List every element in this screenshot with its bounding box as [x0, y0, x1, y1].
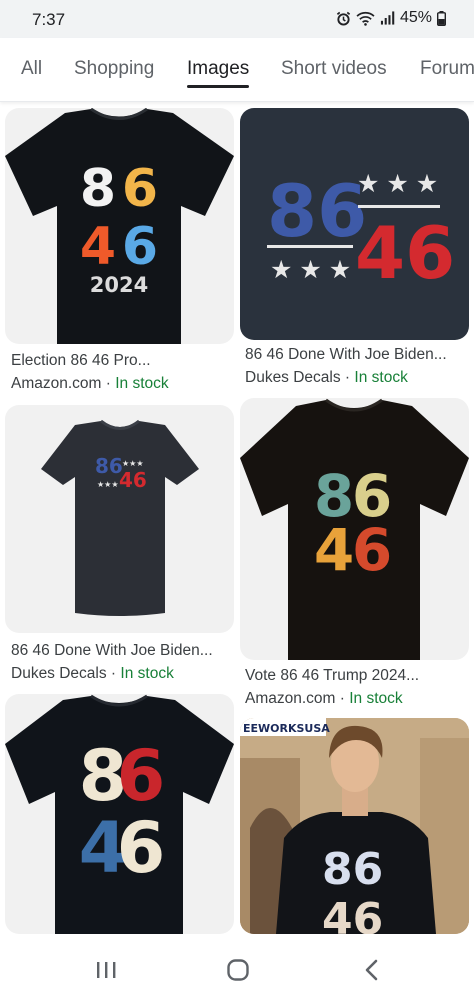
status-icons: 45%: [336, 9, 446, 27]
print-46-right: 6: [117, 807, 166, 889]
result-thumbnail[interactable]: 86 46 ★★★ ★★★: [5, 405, 234, 633]
result-thumbnail[interactable]: 8 6 4 6: [5, 694, 234, 934]
tab-shopping[interactable]: Shopping: [74, 58, 154, 80]
stock-status: In stock: [349, 690, 403, 707]
print-86: 86: [322, 844, 383, 895]
recent-apps-icon: [97, 962, 116, 978]
result-thumbnail[interactable]: 8 6 4 6 2024: [5, 108, 234, 344]
image-result-card[interactable]: 86 46 EEWORKSUSA: [240, 718, 469, 934]
image-result-card[interactable]: 8 6 4 6: [5, 694, 234, 934]
recent-apps-button[interactable]: [86, 954, 126, 986]
print-46: 46: [322, 894, 383, 934]
system-nav-bar: [0, 940, 474, 1000]
source-name: Amazon.com: [11, 375, 102, 392]
tab-images[interactable]: Images: [187, 58, 249, 80]
stock-status: In stock: [354, 369, 408, 386]
source-name: Amazon.com: [245, 690, 336, 707]
status-time: 7:37: [32, 10, 66, 29]
battery-icon: [437, 10, 446, 26]
tab-all[interactable]: All: [21, 58, 42, 80]
print-86-right: 6: [117, 735, 166, 817]
stars-bottom: ★★★: [97, 480, 119, 489]
print-86-right: 6: [122, 159, 158, 219]
print-86-left: 8: [80, 159, 116, 219]
image-result-card[interactable]: 8 6 4 6 2024 Election 86 46 Pro... Amazo…: [5, 108, 234, 398]
stock-status: In stock: [120, 665, 174, 682]
home-icon: [227, 959, 249, 981]
print-46: 46: [119, 468, 147, 492]
meta-separator: ·: [340, 369, 355, 386]
print-46-left: 4: [314, 516, 354, 584]
result-thumbnail[interactable]: 86 46 ★ ★ ★ ★ ★ ★: [240, 108, 469, 340]
home-button[interactable]: [218, 954, 258, 986]
signal-icon: [380, 11, 395, 25]
meta-separator: ·: [335, 690, 350, 707]
stars-top: ★★★: [122, 459, 144, 468]
print-46: 46: [355, 211, 455, 295]
result-source: Dukes Decals · In stock: [11, 665, 174, 683]
result-title[interactable]: Election 86 46 Pro...: [11, 352, 151, 370]
active-tab-indicator: [187, 85, 249, 88]
tab-short-videos[interactable]: Short videos: [281, 58, 387, 80]
source-name: Dukes Decals: [11, 665, 107, 682]
result-source: Dukes Decals · In stock: [245, 369, 408, 387]
tab-forum[interactable]: Forum: [420, 58, 474, 80]
status-bar: 7:37 45%: [0, 0, 474, 38]
image-result-card[interactable]: 86 46 ★ ★ ★ ★ ★ ★ 86 46 Done With Joe Bi…: [240, 108, 469, 390]
result-source: Amazon.com · In stock: [11, 375, 169, 393]
result-title[interactable]: Vote 86 46 Trump 2024...: [245, 667, 419, 685]
result-title[interactable]: 86 46 Done With Joe Biden...: [245, 346, 447, 364]
source-name: Dukes Decals: [245, 369, 341, 386]
stars-top: ★ ★ ★: [357, 170, 438, 198]
result-thumbnail[interactable]: 8 6 4 6: [240, 398, 469, 660]
print-46-left: 4: [80, 217, 116, 277]
print-46-right: 6: [352, 516, 392, 584]
meta-separator: ·: [106, 665, 121, 682]
back-button[interactable]: [352, 954, 392, 986]
image-result-card[interactable]: 8 6 4 6 Vote 86 46 Trump 2024... Amazon.…: [240, 398, 469, 710]
image-result-card[interactable]: 86 46 ★★★ ★★★ 86 46 Done With Joe Biden.…: [5, 405, 234, 687]
result-source: Amazon.com · In stock: [245, 690, 403, 708]
stock-status: In stock: [115, 375, 169, 392]
search-tabs: All Shopping Images Short videos Forum: [0, 38, 474, 102]
result-title[interactable]: 86 46 Done With Joe Biden...: [11, 642, 213, 660]
stars-bottom: ★ ★ ★: [270, 256, 351, 284]
brand-watermark: EEWORKSUSA: [243, 722, 330, 735]
print-year: 2024: [90, 273, 148, 297]
wifi-icon: [356, 11, 375, 26]
battery-percent: 45%: [399, 9, 432, 26]
print-46-right: 6: [122, 217, 158, 277]
print-86: 86: [267, 169, 367, 253]
back-icon: [365, 959, 378, 981]
alarm-icon: [336, 11, 351, 26]
result-thumbnail[interactable]: 86 46 EEWORKSUSA: [240, 718, 469, 934]
meta-separator: ·: [101, 375, 116, 392]
